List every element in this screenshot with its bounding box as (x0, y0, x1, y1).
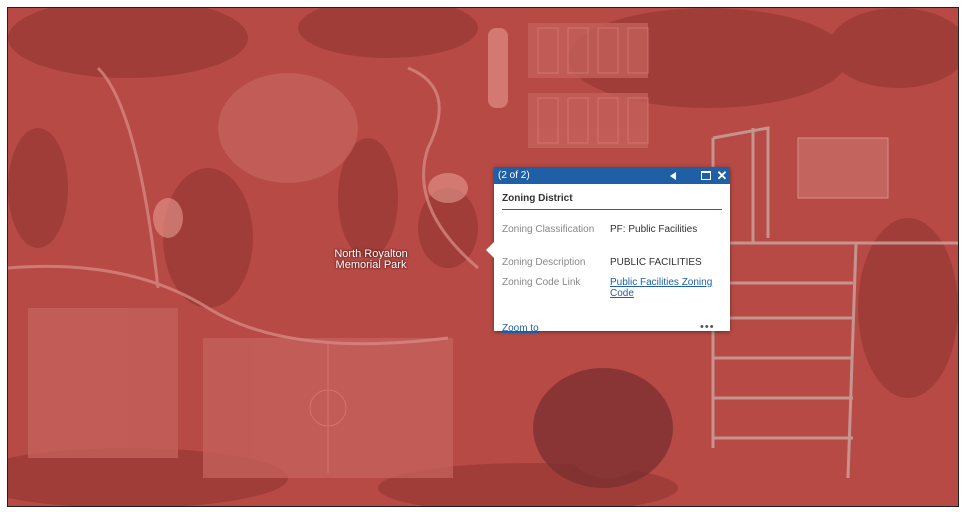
zoning-code-link[interactable]: Public Facilities Zoning Code (610, 277, 724, 299)
map-view[interactable]: North Royalton Memorial Park (2 of 2) ✕ … (7, 7, 959, 507)
close-button[interactable]: ✕ (714, 167, 730, 184)
more-options-icon[interactable]: ••• (700, 321, 715, 333)
park-label: North Royalton Memorial Park (334, 248, 408, 271)
maximize-button[interactable] (698, 167, 714, 184)
previous-feature-button[interactable] (665, 167, 681, 184)
attribute-label: Zoning Classification (502, 224, 595, 235)
popup-header: (2 of 2) ✕ (494, 167, 730, 184)
feature-count: (2 of 2) (498, 170, 530, 181)
popup-pointer (486, 242, 494, 258)
attribute-value: PF: Public Facilities (610, 224, 698, 235)
maximize-icon (701, 171, 711, 180)
attribute-label: Zoning Code Link (502, 277, 581, 288)
attribute-value: PUBLIC FACILITIES (610, 257, 702, 268)
zoom-to-link[interactable]: Zoom to (502, 323, 539, 334)
previous-arrow-icon (670, 171, 676, 180)
close-icon: ✕ (716, 167, 728, 183)
popup-title: Zoning District (502, 193, 722, 210)
map-canvas[interactable] (8, 8, 958, 506)
popup: (2 of 2) ✕ Zoning District Zoning Classi… (486, 167, 730, 334)
attribute-label: Zoning Description (502, 257, 586, 268)
